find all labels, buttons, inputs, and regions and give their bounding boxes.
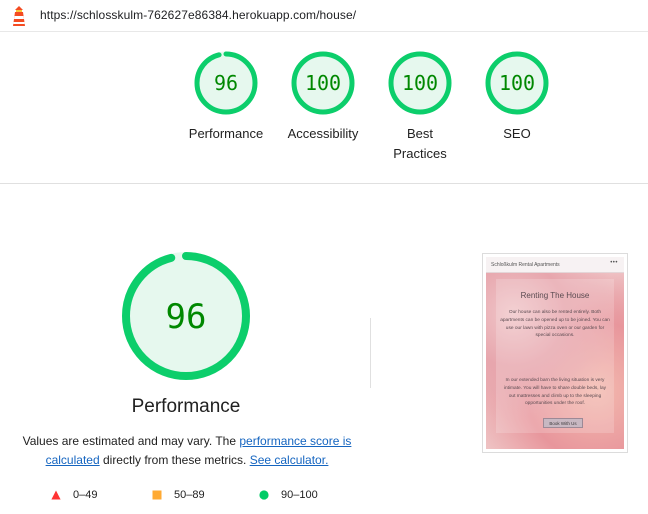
category-gauges: 96 Performance 100 Accessibility 100 Bes…: [0, 32, 648, 184]
performance-title: Performance: [131, 396, 241, 417]
thumb-menu-icon: •••: [610, 260, 618, 266]
gauge-ring: 100: [485, 51, 549, 115]
thumb-card: Renting The House Our house can also be …: [496, 279, 614, 433]
gauge-score: 96: [214, 71, 238, 95]
thumb-paragraph: Our house can also be rented entirely. B…: [500, 310, 610, 339]
gauge-ring: 100: [388, 51, 452, 115]
gauge-performance[interactable]: 96 Performance: [176, 50, 276, 144]
score-legend: 0–49 50–89 90–100: [0, 489, 372, 507]
thumb-heading: Renting The House: [520, 291, 590, 300]
thumb-site-name: Schloßkulm Rental Apartments: [491, 261, 560, 268]
gauge-accessibility[interactable]: 100 Accessibility: [273, 50, 373, 144]
url-bar: https://schlosskulm-762627e86384.herokua…: [0, 0, 648, 32]
gauge-best-practices[interactable]: 100 Best Practices: [370, 50, 470, 164]
gauge-ring: 100: [291, 51, 355, 115]
legend-label: 0–49: [73, 489, 98, 501]
legend-label: 90–100: [281, 489, 318, 501]
divider: [370, 318, 371, 388]
triangle-icon: [51, 490, 61, 500]
lighthouse-logo-icon: [13, 6, 25, 26]
legend-item-average: 50–89: [152, 489, 205, 501]
legend-item-pass: 90–100: [259, 489, 318, 501]
screenshot-content: Schloßkulm Rental Apartments ••• Renting…: [486, 257, 624, 449]
page-url[interactable]: https://schlosskulm-762627e86384.herokua…: [40, 8, 356, 22]
gauge-label: Performance: [188, 126, 264, 141]
performance-description: Values are estimated and may vary. The p…: [22, 432, 352, 470]
gauge-ring: 96: [194, 51, 258, 115]
see-calculator-link[interactable]: See calculator.: [250, 453, 329, 467]
legend-label: 50–89: [174, 489, 205, 501]
desc-text: directly from these metrics.: [99, 453, 250, 467]
gauge-seo[interactable]: 100 SEO: [467, 50, 567, 144]
desc-text: Values are estimated and may vary. The: [22, 434, 240, 448]
square-icon: [152, 490, 162, 500]
thumb-book-button: Book With Us: [543, 418, 583, 428]
gauge-score: 100: [499, 71, 535, 95]
gauge-score: 100: [305, 71, 341, 95]
thumb-paragraph: In our extended barn the living situatio…: [503, 378, 607, 407]
gauge-label: Best Practices: [393, 126, 447, 161]
final-screenshot-thumbnail[interactable]: Schloßkulm Rental Apartments ••• Renting…: [482, 253, 628, 453]
gauge-label: Accessibility: [287, 126, 359, 141]
main-gauge-score: 96: [166, 297, 207, 337]
gauge-label: SEO: [503, 126, 531, 141]
performance-main-gauge: 96: [122, 252, 250, 380]
circle-icon: [259, 490, 269, 500]
gauge-score: 100: [402, 71, 438, 95]
legend-item-fail: 0–49: [51, 489, 97, 501]
thumb-navbar: Schloßkulm Rental Apartments •••: [486, 257, 624, 273]
